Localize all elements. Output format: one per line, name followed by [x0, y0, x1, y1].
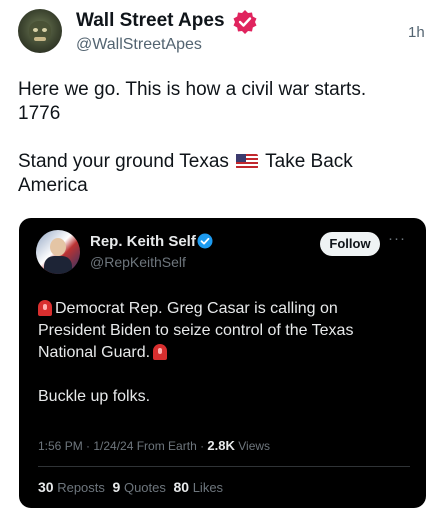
tweet-timestamp[interactable]: 1:56 PM · 1/24/24 From Earth · [38, 439, 204, 453]
follow-button[interactable]: Follow [320, 232, 380, 256]
reposts-label[interactable]: Reposts [57, 480, 105, 495]
avatar-eye [33, 28, 38, 32]
quote-line: President Biden to seize control of the … [38, 322, 354, 339]
post-line: 1776 [18, 103, 61, 124]
avatar-head [50, 238, 66, 256]
quote-line-part: National Guard. [38, 344, 151, 361]
reposts-count[interactable]: 30 [38, 479, 54, 495]
views-label: Views [238, 439, 271, 453]
post-line: Here we go. This is how a civil war star… [18, 79, 367, 100]
avatar-suit [44, 256, 72, 274]
quotes-count[interactable]: 9 [113, 479, 121, 495]
engagement-stats: 30 Reposts 9 Quotes 80 Likes [38, 479, 227, 495]
post-line-part: Take Back [265, 151, 353, 172]
quote-line-part: Democrat Rep. Greg Casar is calling on [55, 300, 338, 317]
avatar-mouth [34, 37, 46, 41]
siren-icon [153, 344, 168, 360]
quoted-tweet-card[interactable]: Rep. Keith Self @RepKeithSelf Follow ···… [19, 218, 426, 508]
verified-badge-icon [197, 233, 213, 249]
avatar-eye [42, 28, 47, 32]
quoted-author-avatar[interactable] [36, 230, 80, 274]
author-name[interactable]: Wall Street Apes [76, 10, 225, 32]
divider [38, 466, 410, 467]
us-flag-icon [236, 154, 259, 169]
likes-label[interactable]: Likes [193, 480, 223, 495]
quotes-label[interactable]: Quotes [124, 480, 166, 495]
verified-badge-icon [233, 10, 257, 34]
quoted-tweet-text: Democrat Rep. Greg Casar is calling on P… [38, 298, 408, 408]
author-avatar[interactable] [18, 9, 62, 53]
post-time[interactable]: 1h [408, 24, 425, 41]
quoted-author-handle[interactable]: @RepKeithSelf [90, 254, 186, 270]
views-count: 2.8K [207, 438, 235, 453]
tweet-meta: 1:56 PM · 1/24/24 From Earth · 2.8K View… [38, 438, 270, 453]
likes-count[interactable]: 80 [174, 479, 190, 495]
quote-line: Democrat Rep. Greg Casar is calling on [38, 298, 408, 320]
post-line: Stand your ground Texas Take Back [18, 150, 418, 174]
more-options-icon[interactable]: ··· [388, 230, 406, 247]
siren-icon [38, 300, 52, 316]
post-text: Here we go. This is how a civil war star… [18, 78, 418, 198]
quote-line: Buckle up folks. [38, 388, 151, 405]
quoted-author-name[interactable]: Rep. Keith Self [90, 233, 196, 250]
post-line-part: Stand your ground Texas [18, 151, 229, 172]
quote-line: National Guard. [38, 342, 408, 364]
author-handle[interactable]: @WallStreetApes [76, 36, 202, 54]
post-line: America [18, 175, 88, 196]
